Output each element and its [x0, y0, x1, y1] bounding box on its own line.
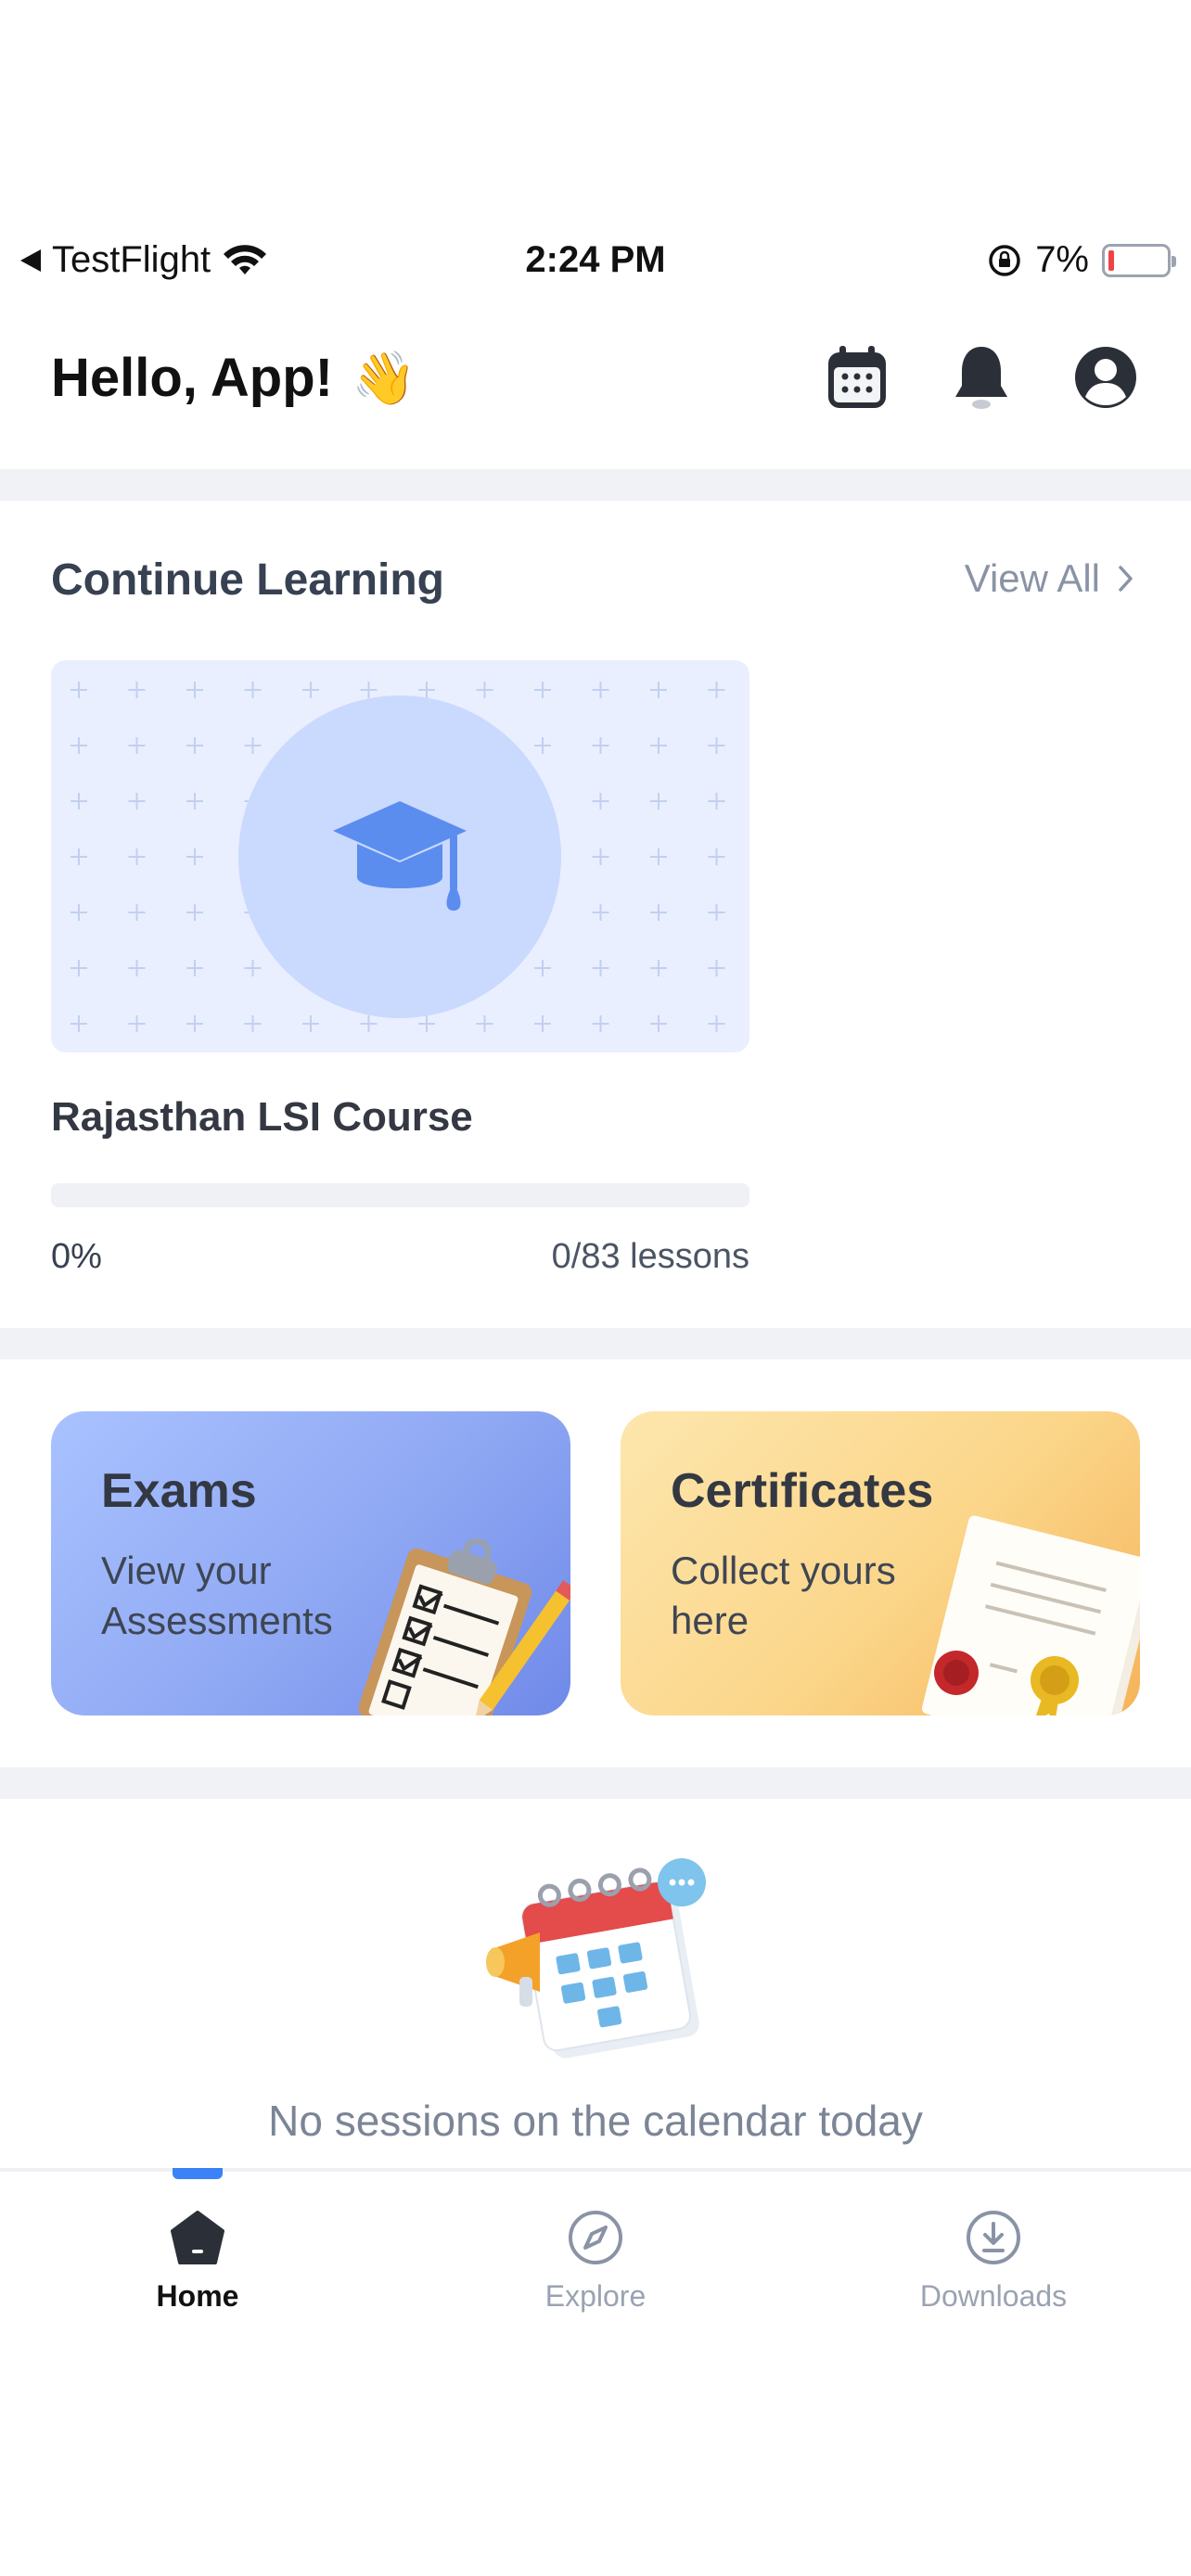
battery-icon: [1102, 243, 1176, 277]
active-tab-indicator: [173, 2168, 223, 2179]
greeting-text: Hello, App!: [51, 348, 333, 408]
view-all-label: View All: [964, 556, 1100, 600]
bottom-tab-bar: Home Explore Downloads: [0, 2168, 1191, 2316]
tab-explore[interactable]: Explore: [456, 2209, 735, 2314]
course-lessons-count: 0/83 lessons: [551, 1237, 749, 1276]
calendar-megaphone-illustration: [486, 1858, 706, 2059]
course-icon-circle: [238, 695, 561, 1018]
certificate-document-icon: [921, 1515, 1140, 1715]
course-card-thumbnail[interactable]: [51, 660, 749, 1052]
tab-downloads[interactable]: Downloads: [854, 2209, 1133, 2314]
certificates-tile[interactable]: Certificates Collect yours here: [621, 1411, 1140, 1715]
no-sessions-message: No sessions on the calendar today: [268, 2097, 923, 2145]
certificates-title: Certificates: [671, 1464, 934, 1518]
exams-title: Exams: [101, 1464, 257, 1518]
battery-percent: 7%: [1035, 239, 1089, 280]
compass-icon: [569, 2211, 622, 2264]
tab-explore-label: Explore: [544, 2279, 647, 2313]
clipboard-checklist-icon: [358, 1537, 570, 1715]
chevron-right-icon: [1119, 566, 1133, 592]
home-icon: [171, 2211, 224, 2264]
tab-downloads-label: Downloads: [919, 2279, 1068, 2313]
section-divider: [0, 1767, 1191, 1799]
tab-home[interactable]: Home: [58, 2209, 337, 2314]
status-right: 7%: [987, 239, 1176, 281]
tab-home-label: Home: [156, 2279, 239, 2313]
exams-tile[interactable]: Exams View your Assessments: [51, 1411, 570, 1715]
profile-icon[interactable]: [1071, 343, 1140, 412]
bell-icon[interactable]: [947, 343, 1016, 412]
continue-learning-title: Continue Learning: [51, 555, 444, 605]
greeting: Hello, App! 👋: [51, 347, 416, 409]
course-progress-bar: [51, 1183, 749, 1207]
section-divider: [0, 1328, 1191, 1359]
download-icon: [967, 2211, 1020, 2264]
graduation-cap-icon: [333, 801, 467, 911]
view-all-link[interactable]: View All: [965, 556, 1135, 601]
course-progress-percent: 0%: [51, 1237, 102, 1276]
home-header: Hello, App! 👋: [0, 325, 1191, 436]
orientation-lock-icon: [989, 244, 1020, 276]
waving-hand-icon: 👋: [351, 348, 416, 407]
course-title[interactable]: Rajasthan LSI Course: [51, 1094, 473, 1141]
section-divider: [0, 469, 1191, 501]
calendar-icon[interactable]: [823, 343, 891, 412]
status-bar: TestFlight 2:24 PM 7%: [0, 223, 1191, 297]
